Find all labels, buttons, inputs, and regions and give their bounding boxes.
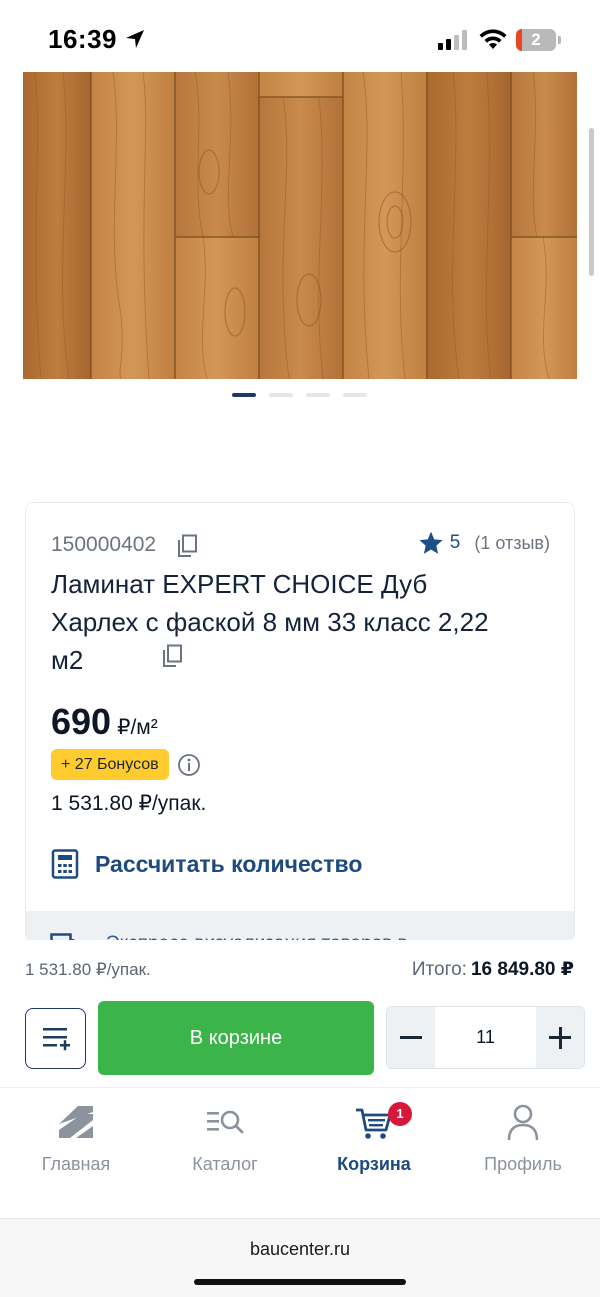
carousel-dots — [232, 393, 372, 399]
visualization-banner[interactable]: Экспресс-визуализация товаров в — [26, 911, 574, 942]
price-value: 690 — [51, 701, 112, 742]
copy-sku-icon[interactable] — [176, 534, 198, 558]
carousel-dot-3[interactable] — [306, 393, 330, 397]
catalog-search-icon — [207, 1110, 244, 1134]
add-to-list-icon — [43, 1028, 70, 1051]
browser-url-bar[interactable]: baucenter.ru — [0, 1218, 600, 1297]
quantity-stepper: 11 — [386, 1006, 585, 1069]
product-image[interactable] — [23, 72, 577, 379]
add-to-list-button[interactable] — [25, 1008, 86, 1069]
bonus-badge: + 27 Бонусов — [51, 749, 169, 780]
reviews-link[interactable]: (1 отзыв) — [474, 533, 550, 554]
tab-catalog-label: Каталог — [192, 1154, 258, 1174]
profile-icon — [507, 1104, 539, 1141]
tab-catalog[interactable]: Каталог — [150, 1102, 300, 1182]
laminate-texture-image — [23, 72, 577, 379]
tab-home[interactable]: Главная — [1, 1102, 151, 1182]
total-value: 16 849.80 ₽ — [470, 959, 574, 980]
star-icon — [419, 531, 443, 554]
tab-profile[interactable]: Профиль — [448, 1102, 598, 1182]
product-rating[interactable]: 5 (1 отзыв) — [418, 528, 550, 558]
in-cart-button[interactable]: В корзине — [98, 1001, 374, 1075]
total-label: Итого: — [411, 959, 467, 980]
status-time: 16:39 — [48, 24, 117, 54]
home-icon — [59, 1106, 93, 1138]
signal-icon — [438, 30, 467, 50]
price-unit: ₽/м² — [117, 716, 158, 739]
tab-cart-label: Корзина — [337, 1154, 411, 1174]
location-arrow-icon — [126, 30, 144, 48]
product-title: Ламинат EXPERT CHOICE Дуб Харлех с фаско… — [51, 569, 489, 675]
increase-quantity-button[interactable] — [536, 1007, 584, 1068]
calculator-icon — [51, 849, 79, 879]
pack-price-summary: 1 531.80 ₽/упак. — [25, 960, 151, 979]
tab-profile-label: Профиль — [484, 1154, 562, 1174]
cart-badge: 1 — [388, 1102, 412, 1126]
calculate-quantity-link[interactable]: Рассчитать количество — [51, 849, 362, 879]
product-sku: 150000402 — [51, 533, 157, 556]
copy-title-icon[interactable] — [161, 644, 183, 668]
cart-icon — [356, 1108, 392, 1139]
wifi-icon — [479, 29, 507, 49]
bottom-tab-bar: Главная Каталог 1 Корзина Профиль — [0, 1087, 600, 1217]
battery-cap — [558, 36, 561, 44]
url-text[interactable]: baucenter.ru — [0, 1239, 600, 1260]
purchase-panel: 1 531.80 ₽/упак. Итого: 16 849.80 ₽ В кор… — [0, 940, 600, 1088]
battery-level: 2 — [531, 30, 541, 49]
calculate-quantity-label: Рассчитать количество — [95, 850, 363, 877]
battery-icon: 2 — [516, 29, 556, 51]
product-card: 150000402 5 (1 отзыв) Ламинат EXPERT CHO… — [25, 502, 575, 942]
decrease-quantity-button[interactable] — [387, 1007, 435, 1068]
status-bar: 16:39 2 — [0, 0, 600, 72]
carousel-dot-2[interactable] — [269, 393, 293, 397]
carousel-dot-4[interactable] — [343, 393, 367, 397]
info-icon[interactable] — [177, 753, 201, 777]
rating-value: 5 — [449, 532, 461, 553]
tab-home-label: Главная — [41, 1154, 111, 1174]
total: Итого: 16 849.80 ₽ — [412, 958, 574, 981]
carousel-dot-1[interactable] — [232, 393, 256, 397]
quantity-field[interactable]: 11 — [435, 1007, 536, 1068]
pack-price: 1 531.80 ₽/упак. — [51, 792, 207, 815]
home-indicator[interactable] — [194, 1279, 406, 1285]
scroll-indicator[interactable] — [589, 128, 594, 276]
price-row: 690 ₽/м² — [51, 701, 158, 743]
tab-cart[interactable]: 1 Корзина — [299, 1102, 449, 1182]
